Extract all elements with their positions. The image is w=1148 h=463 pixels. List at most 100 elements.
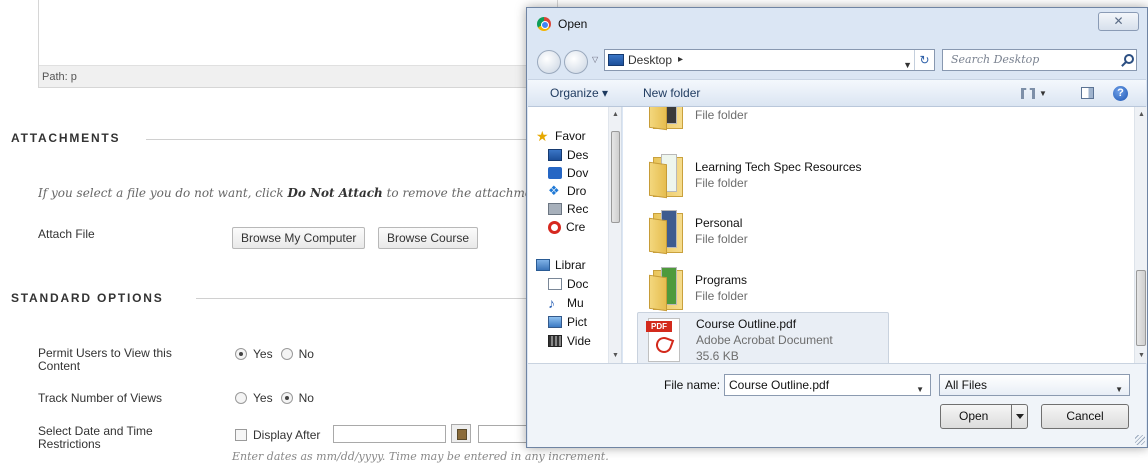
browse-course-button[interactable]: Browse Course	[378, 227, 479, 249]
folder-icon	[649, 266, 685, 312]
track-views-label: Track Number of Views	[38, 391, 163, 405]
navigation-pane: ★ Favor Des Dov ❖ Dro Rec Cre Librar Doc ♪…	[528, 107, 622, 363]
nav-item-videos[interactable]: Vide	[548, 334, 591, 348]
file-type-select[interactable]: All Files ▼	[939, 374, 1130, 396]
display-after-group: Display After	[235, 428, 328, 442]
organize-menu[interactable]: Organize ▾	[550, 86, 608, 100]
file-item-personal[interactable]: Personal File folder	[637, 203, 889, 259]
nav-item-documents[interactable]: Doc	[548, 277, 588, 291]
dialog-title-bar: Open	[537, 17, 587, 31]
file-type-dropdown-icon[interactable]: ▼	[1115, 380, 1123, 400]
track-no-radio[interactable]	[280, 392, 293, 404]
nav-scrollbar[interactable]: ▲ ▼	[608, 107, 621, 363]
open-file-dialog: Open ✕ ▽ Desktop ▸ ▼ ↻ Search Desktop Or…	[526, 7, 1148, 448]
permit-yes-radio[interactable]	[235, 348, 247, 360]
display-after-checkbox[interactable]	[235, 429, 247, 441]
display-after-date-input[interactable]	[333, 425, 446, 443]
pdf-badge: PDF	[646, 321, 672, 332]
scroll-down-icon[interactable]: ▼	[1138, 352, 1145, 359]
desktop-icon	[548, 149, 562, 161]
crumb-arrow-icon[interactable]: ▸	[678, 50, 683, 70]
close-button[interactable]: ✕	[1098, 12, 1139, 31]
nav-item-creative-cloud[interactable]: Cre	[548, 220, 585, 234]
permit-no-radio[interactable]	[280, 348, 293, 360]
scroll-down-icon[interactable]: ▼	[612, 352, 619, 359]
display-after-time-input[interactable]	[478, 425, 528, 443]
change-view-icon[interactable]	[1021, 88, 1035, 99]
help-icon[interactable]: ?	[1113, 86, 1128, 101]
dropbox-icon: ❖	[548, 183, 560, 198]
nav-item-recent[interactable]: Rec	[548, 202, 588, 216]
file-scroll-thumb[interactable]	[1136, 270, 1146, 346]
creative-cloud-icon	[548, 220, 561, 234]
preview-pane-icon[interactable]	[1081, 87, 1094, 99]
open-options-chevron-icon[interactable]	[1011, 405, 1027, 428]
file-item-folder[interactable]: File folder	[637, 107, 889, 135]
editor-path: Path: p	[39, 65, 557, 87]
folder-icon	[649, 153, 685, 199]
permit-view-label: Permit Users to View this Content	[38, 346, 172, 373]
desktop-icon	[608, 54, 624, 66]
dialog-footer: File name: Course Outline.pdf ▼ All File…	[528, 363, 1146, 447]
dialog-title: Open	[558, 17, 588, 31]
calendar-icon[interactable]	[451, 424, 471, 443]
track-yes-radio[interactable]	[235, 392, 247, 404]
new-folder-button[interactable]: New folder	[643, 86, 700, 100]
downloads-icon	[548, 167, 562, 179]
scroll-up-icon[interactable]: ▲	[1138, 111, 1145, 118]
file-name-input[interactable]: Course Outline.pdf ▼	[724, 374, 931, 396]
videos-icon	[548, 335, 562, 347]
file-name-dropdown-icon[interactable]: ▼	[916, 380, 924, 400]
search-icon[interactable]	[1124, 54, 1134, 64]
nav-item-dropbox[interactable]: ❖ Dro	[548, 184, 586, 198]
recent-places-icon	[548, 203, 562, 215]
documents-icon	[548, 278, 562, 290]
nav-item-pictures[interactable]: Pict	[548, 315, 587, 329]
standard-options-divider	[196, 298, 528, 299]
address-bar[interactable]: Desktop ▸ ▼ ↻	[604, 49, 935, 71]
address-crumb-desktop[interactable]: Desktop	[628, 50, 672, 70]
file-type-value: All Files	[945, 378, 988, 392]
date-restrictions-label: Select Date and Time Restrictions	[38, 424, 153, 451]
view-options-chevron-icon[interactable]: ▼	[1039, 89, 1047, 98]
file-list-scrollbar[interactable]: ▲ ▼	[1134, 107, 1147, 363]
chrome-icon	[537, 17, 551, 31]
nav-item-downloads[interactable]: Dov	[548, 166, 588, 180]
acrobat-swirl-icon	[653, 334, 675, 356]
file-item-programs[interactable]: Programs File folder	[637, 260, 889, 316]
attachment-hint: If you select a file you do not want, cl…	[38, 186, 528, 200]
pdf-icon: PDF	[646, 318, 680, 362]
file-name-label: File name:	[664, 378, 721, 392]
permit-view-radio-group: Yes No	[235, 347, 322, 361]
cancel-button[interactable]: Cancel	[1041, 404, 1129, 429]
search-input[interactable]: Search Desktop	[942, 49, 1137, 71]
address-dropdown-icon[interactable]: ▼	[903, 55, 912, 75]
folder-icon	[649, 209, 685, 255]
forward-button[interactable]	[564, 50, 588, 74]
nav-item-music[interactable]: ♪ Mu	[548, 296, 584, 310]
scroll-up-icon[interactable]: ▲	[612, 111, 619, 118]
file-list: File folder Learning Tech Spec Resources…	[623, 107, 1134, 363]
open-button[interactable]: Open	[940, 404, 1028, 429]
back-button[interactable]	[537, 50, 561, 74]
attach-file-label: Attach File	[38, 227, 95, 241]
resize-grip-icon[interactable]	[1135, 435, 1145, 445]
libraries-icon	[536, 259, 550, 271]
star-icon: ★	[536, 128, 549, 144]
track-views-radio-group: Yes No	[235, 391, 322, 405]
attachments-divider	[146, 139, 528, 140]
music-icon: ♪	[548, 295, 555, 311]
folder-icon	[649, 107, 685, 131]
recent-pages-chevron-icon[interactable]: ▽	[592, 55, 598, 64]
file-item-learning-tech[interactable]: Learning Tech Spec Resources File folder	[637, 147, 889, 203]
text-editor[interactable]: Path: p	[38, 0, 558, 88]
browse-my-computer-button[interactable]: Browse My Computer	[232, 227, 366, 249]
file-name-value: Course Outline.pdf	[729, 378, 830, 392]
file-item-course-outline[interactable]: PDF Course Outline.pdf Adobe Acrobat Doc…	[637, 312, 889, 363]
pictures-icon	[548, 316, 562, 328]
nav-item-libraries[interactable]: Librar	[536, 258, 586, 272]
nav-item-desktop[interactable]: Des	[548, 148, 588, 162]
nav-scroll-thumb[interactable]	[611, 131, 620, 223]
nav-item-favorites[interactable]: ★ Favor	[536, 129, 586, 143]
refresh-icon[interactable]: ↻	[914, 50, 934, 70]
